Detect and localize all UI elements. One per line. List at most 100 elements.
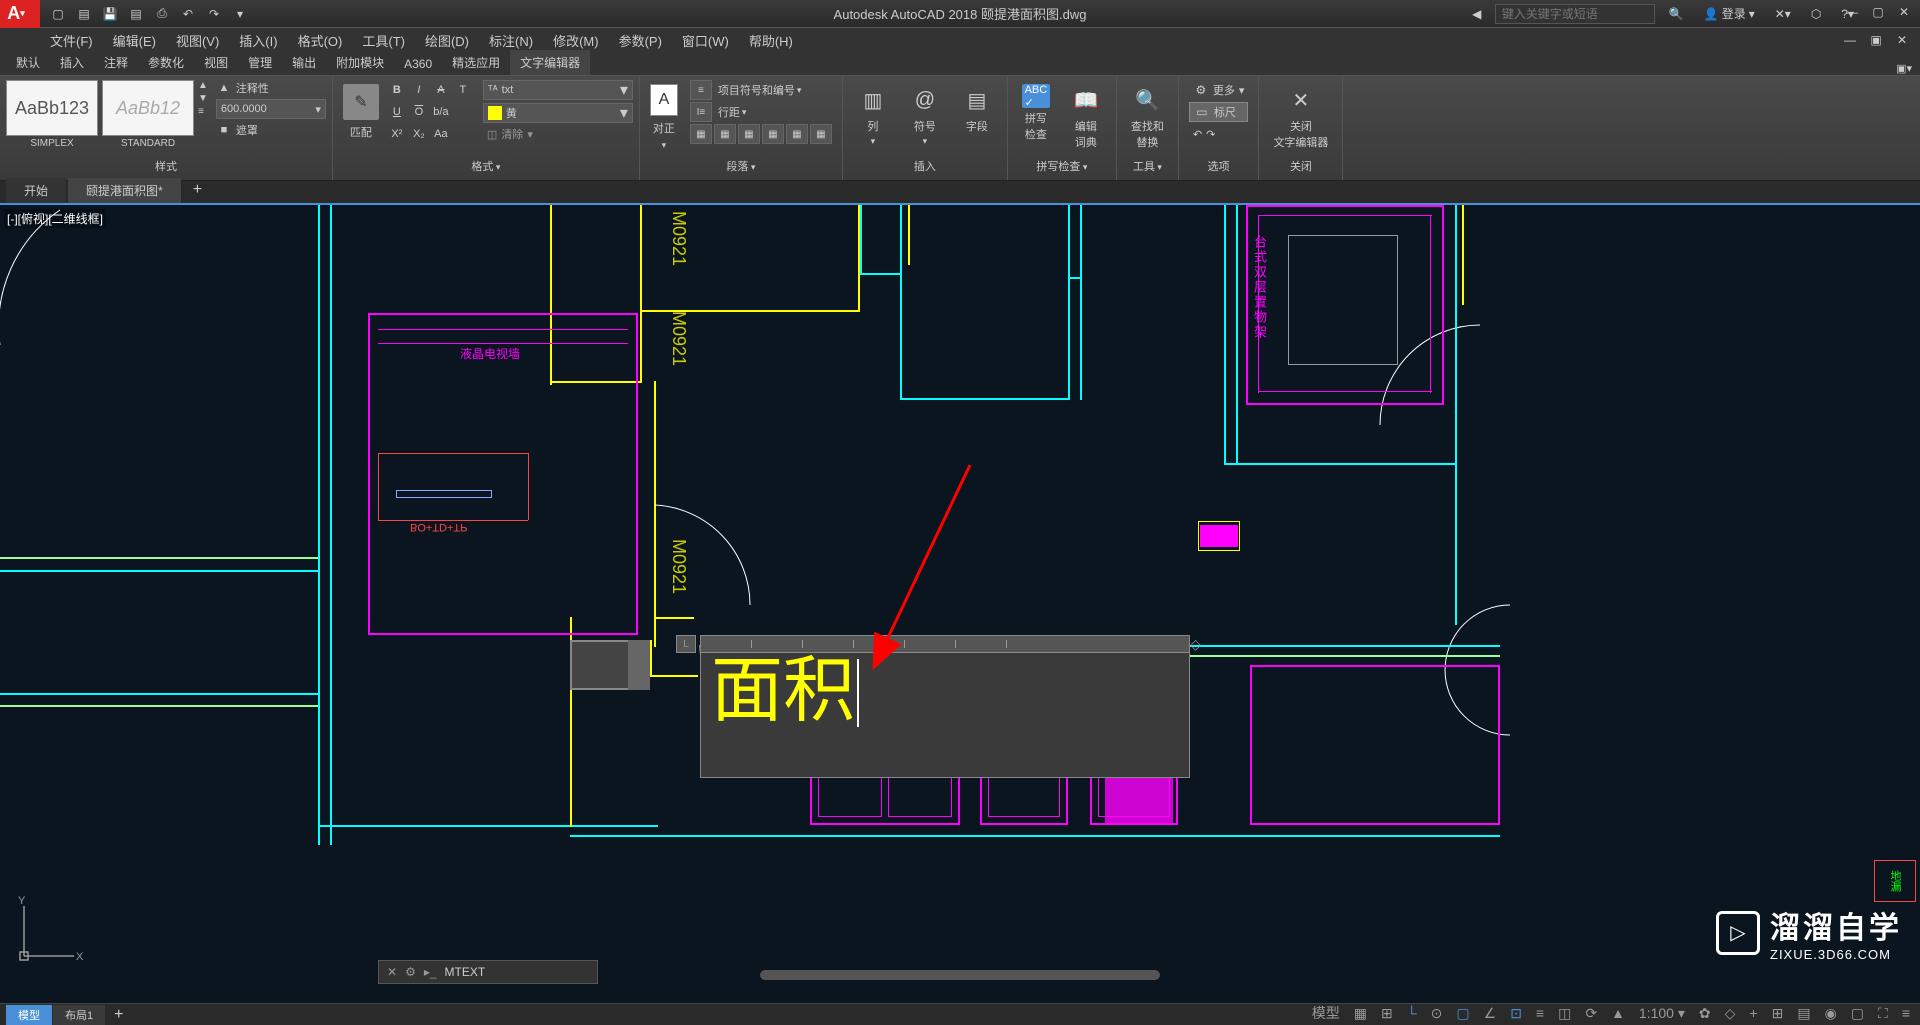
text-content-area[interactable]: 面积 (700, 653, 1190, 778)
status-clean-icon[interactable]: ▢ (1847, 1005, 1868, 1022)
menu-window[interactable]: 窗口(W) (672, 28, 739, 52)
status-polar-icon[interactable]: ⊙ (1427, 1005, 1447, 1022)
status-ortho-icon[interactable]: └ (1403, 1005, 1421, 1021)
qa-open-icon[interactable]: ▤ (74, 4, 94, 24)
group-paragraph-label[interactable]: 段落 (646, 156, 836, 176)
arrow-left-icon[interactable]: ◀ (1467, 4, 1487, 24)
menu-insert[interactable]: 插入(I) (229, 28, 287, 52)
bullet-icon[interactable]: ≡ (690, 80, 712, 100)
menu-edit[interactable]: 编辑(E) (103, 28, 166, 52)
login-button[interactable]: 👤 登录 ▾ (1698, 5, 1761, 22)
ribbon-minimize-icon[interactable]: ▣▾ (1896, 62, 1912, 75)
style-preview-2[interactable]: AaBb12 (102, 80, 194, 136)
style-scroll-up[interactable]: ▲ (198, 80, 208, 91)
status-snap-icon[interactable]: ⊞ (1377, 1005, 1397, 1022)
field-button[interactable]: ▤ 字段 (953, 80, 1001, 138)
doc-tab-add-icon[interactable]: + (183, 177, 212, 203)
menu-dimension[interactable]: 标注(N) (479, 28, 543, 52)
status-lock-icon[interactable]: ▤ (1793, 1005, 1814, 1022)
overline-button[interactable]: O (409, 102, 429, 122)
style-preview-1[interactable]: AaBb123 (6, 80, 98, 136)
status-scale[interactable]: 1:100 ▾ (1635, 1005, 1689, 1022)
maximize-icon[interactable]: ▢ (1866, 2, 1890, 22)
status-cycling-icon[interactable]: ⟳ (1581, 1005, 1601, 1022)
app-logo[interactable]: A▾ (0, 0, 40, 28)
tab-addins[interactable]: 附加模块 (326, 50, 394, 75)
align-mc[interactable]: ▦ (786, 124, 808, 144)
doc-minimize-icon[interactable]: — (1838, 30, 1862, 50)
tab-default[interactable]: 默认 (6, 50, 50, 75)
close-editor-button[interactable]: ✕ 关闭 文字编辑器 (1265, 80, 1336, 154)
qa-undo-icon[interactable]: ↶ (178, 4, 198, 24)
qa-dropdown-icon[interactable]: ▾ (230, 4, 250, 24)
status-grid-icon[interactable]: ▦ (1350, 1005, 1371, 1022)
group-tools-label[interactable]: 工具 (1123, 156, 1172, 176)
menu-parametric[interactable]: 参数(P) (609, 28, 672, 52)
linespace-icon[interactable]: I≡ (690, 102, 712, 122)
tab-annotate[interactable]: 注释 (94, 50, 138, 75)
align-mr[interactable]: ▦ (810, 124, 832, 144)
menu-view[interactable]: 视图(V) (166, 28, 229, 52)
stacked-button[interactable]: b/a (431, 102, 451, 122)
findreplace-button[interactable]: 🔍 查找和 替换 (1123, 80, 1172, 154)
ucs-icon[interactable]: Y X (14, 896, 84, 966)
exchange-icon[interactable]: ✕▾ (1769, 7, 1797, 21)
align-ml[interactable]: ▦ (762, 124, 784, 144)
strikethrough-button[interactable]: A (431, 80, 451, 100)
tab-view[interactable]: 视图 (194, 50, 238, 75)
status-3dosnap-icon[interactable]: ∠ (1480, 1005, 1501, 1022)
status-iso-icon[interactable]: ◇ (1721, 1005, 1740, 1022)
ruler-handle-icon[interactable]: ◇ (1190, 636, 1201, 653)
status-model[interactable]: 模型 (1308, 1003, 1344, 1023)
menu-format[interactable]: 格式(O) (288, 28, 353, 52)
superscript-button[interactable]: X² (387, 124, 407, 144)
tab-featured[interactable]: 精选应用 (442, 50, 510, 75)
horizontal-scrollbar[interactable] (0, 968, 1920, 984)
mtext-editor[interactable]: L ◇ 面积 (700, 635, 1190, 778)
match-button[interactable]: ✎ 匹配 (339, 80, 383, 144)
spellcheck-button[interactable]: ABC✓ 拼写 检查 (1014, 80, 1058, 146)
clear-button[interactable]: ◫清除 ▾ (483, 126, 633, 142)
style-expand[interactable]: ≡ (198, 106, 208, 117)
symbol-button[interactable]: @ 符号▾ (901, 80, 949, 151)
status-fullscreen-icon[interactable]: ⛶ (1874, 1005, 1892, 1022)
status-hwaccel-icon[interactable]: ◉ (1821, 1005, 1841, 1022)
qa-redo-icon[interactable]: ↷ (204, 4, 224, 24)
group-spelling-label[interactable]: 拼写检查 (1014, 156, 1110, 176)
doc-tab-current[interactable]: 颐提港面积图* (68, 178, 181, 203)
underline-button[interactable]: U (387, 102, 407, 122)
more-button[interactable]: ⚙更多 ▾ (1189, 80, 1249, 100)
drawing-canvas[interactable]: [-][俯视][二维线框] 液晶电视墙 BO+TD+TP M0921 M0921… (0, 205, 1920, 1006)
menu-draw[interactable]: 绘图(D) (415, 28, 479, 52)
status-transparency-icon[interactable]: ◫ (1554, 1005, 1575, 1022)
ruler-toggle[interactable]: ▭标尺 (1189, 102, 1249, 122)
bold-button[interactable]: B (387, 80, 407, 100)
status-osnap-icon[interactable]: ▢ (1452, 1005, 1473, 1022)
text-height-input[interactable]: 600.0000▾ (216, 99, 326, 119)
italic-button[interactable]: I (409, 80, 429, 100)
undo-redo[interactable]: ↶ ↷ (1189, 124, 1249, 144)
menu-tools[interactable]: 工具(T) (352, 28, 415, 52)
status-plus-icon[interactable]: + (1745, 1005, 1761, 1021)
group-format-label[interactable]: 格式 (339, 156, 633, 176)
mask-toggle[interactable]: ■遮罩 (216, 122, 326, 138)
justify-button[interactable]: A 对正▾ (646, 80, 682, 155)
tab-output[interactable]: 输出 (282, 50, 326, 75)
tab-a360[interactable]: A360 (394, 53, 442, 75)
status-customize-icon[interactable]: ≡ (1898, 1005, 1914, 1021)
dictionary-button[interactable]: 📖 编辑 词典 (1062, 80, 1110, 154)
doc-tab-start[interactable]: 开始 (6, 178, 66, 203)
tab-manage[interactable]: 管理 (238, 50, 282, 75)
case-button[interactable]: Aa (431, 124, 451, 144)
style-scroll-down[interactable]: ▼ (198, 93, 208, 104)
align-tl[interactable]: ▦ (690, 124, 712, 144)
menu-modify[interactable]: 修改(M) (543, 28, 609, 52)
doc-close-icon[interactable]: ✕ (1890, 30, 1914, 50)
status-gear-icon[interactable]: ✿ (1695, 1005, 1715, 1022)
tab-text-editor[interactable]: 文字编辑器 (510, 50, 590, 75)
qa-saveas-icon[interactable]: ▤ (126, 4, 146, 24)
minimize-icon[interactable]: — (1840, 2, 1864, 22)
tab-parametric[interactable]: 参数化 (138, 50, 194, 75)
tab-insert[interactable]: 插入 (50, 50, 94, 75)
status-workspace-icon[interactable]: ⊞ (1768, 1005, 1788, 1022)
